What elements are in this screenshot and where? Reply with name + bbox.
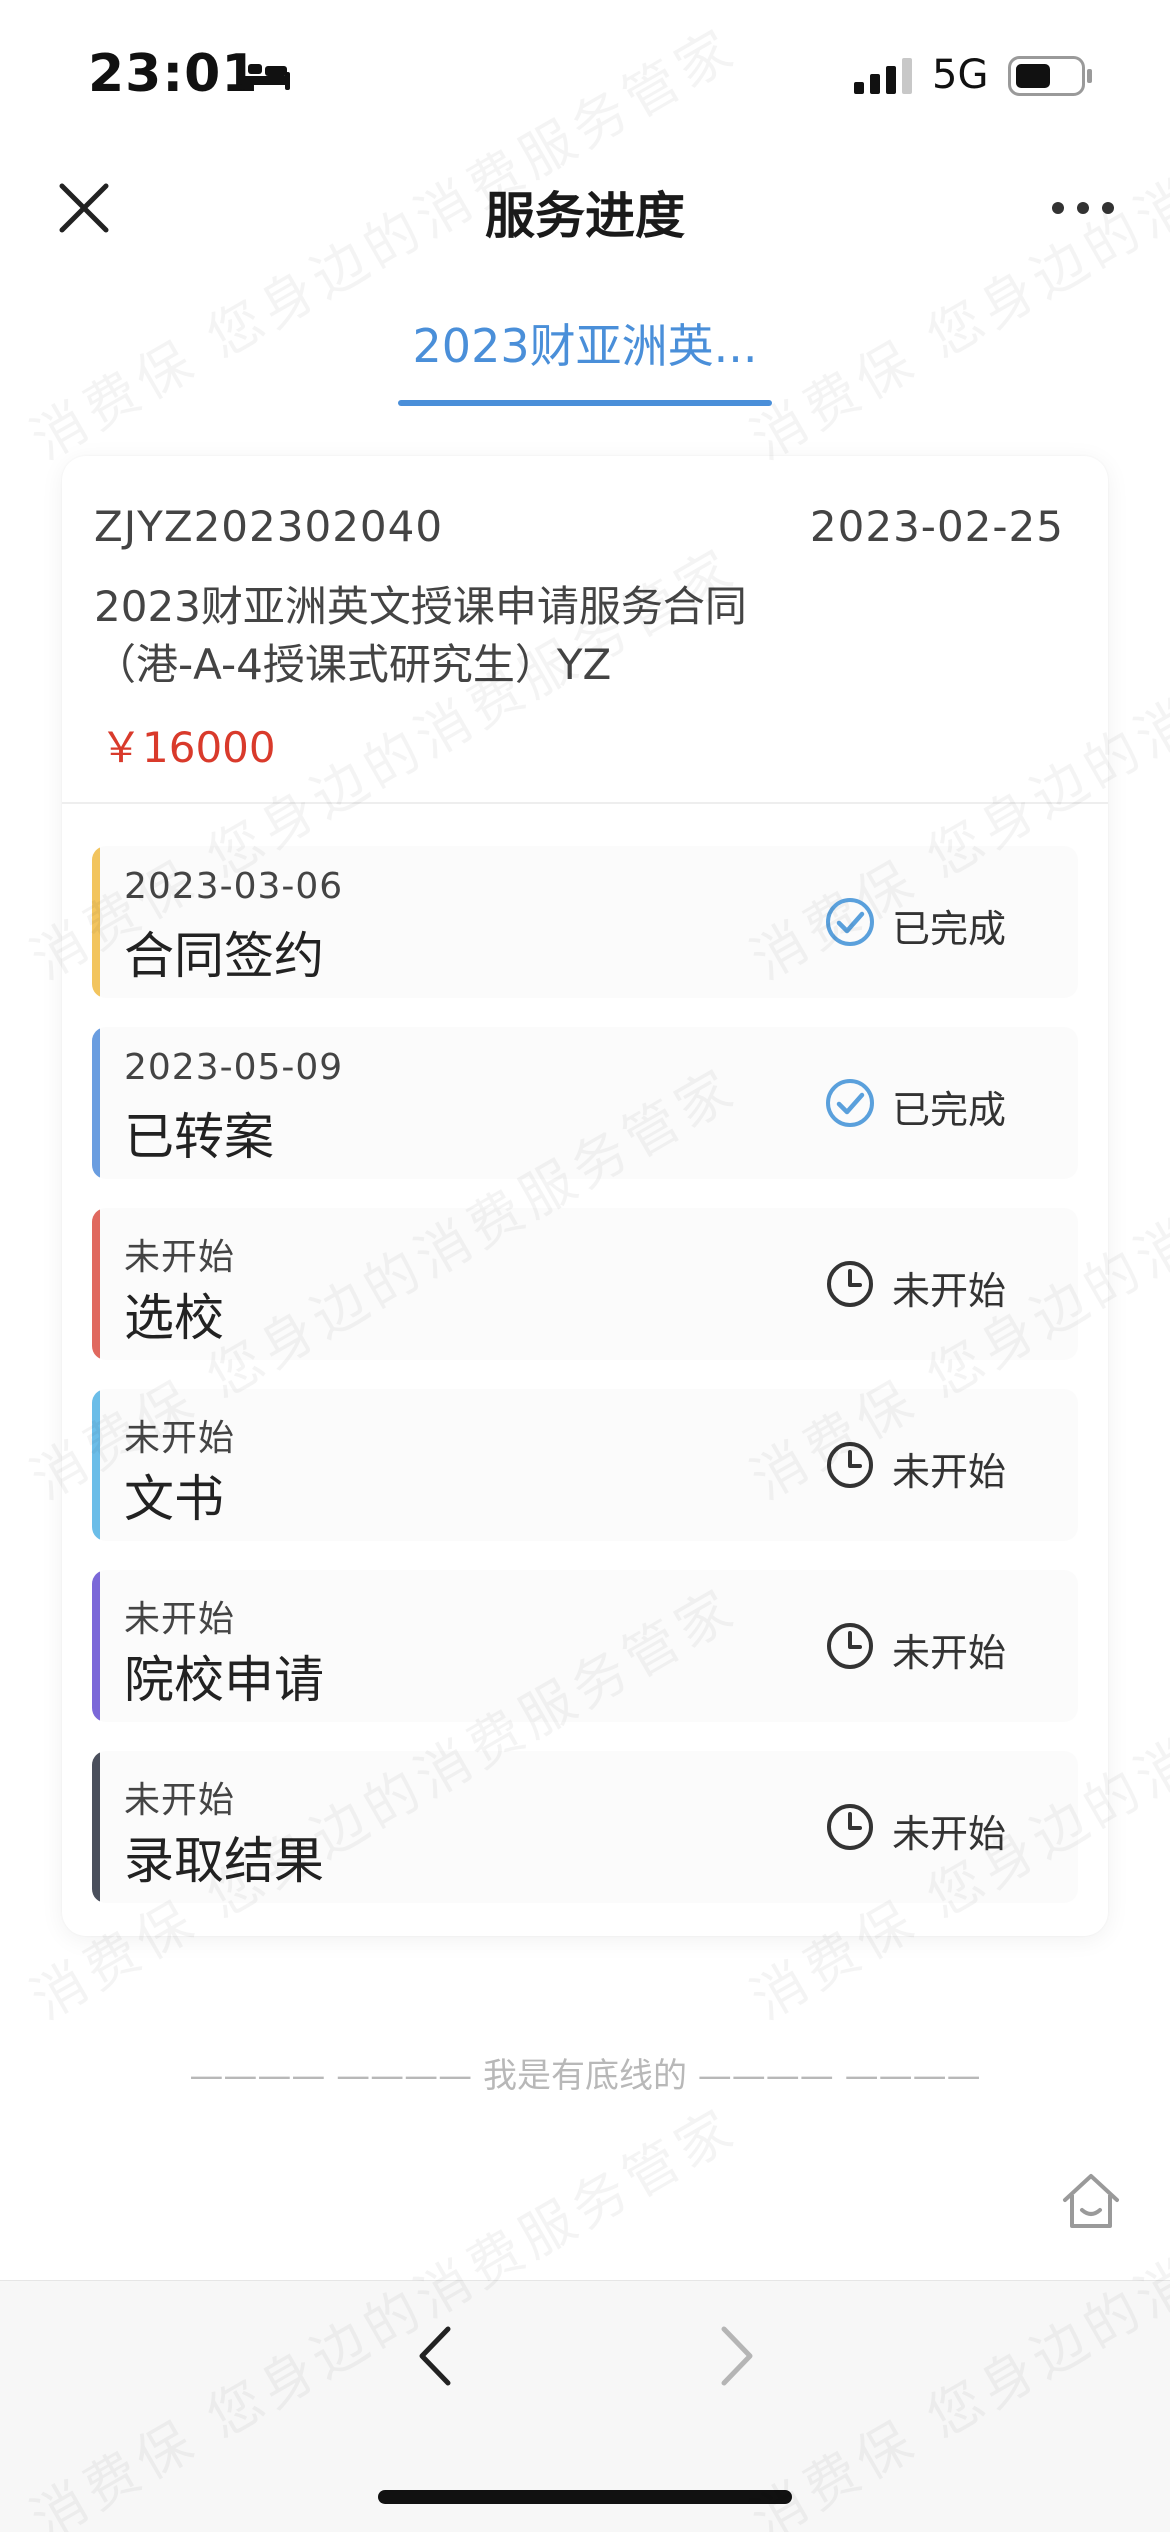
status-bar: 23:01 5G [0,0,1170,140]
status-time: 23:01 [88,44,259,104]
contract-card: ZJYZ202302040 2023-02-25 2023财亚洲英文授课申请服务… [62,456,1108,1936]
step-item[interactable]: 2023-05-09 已转案 已完成 [92,1027,1078,1179]
step-status: 未开始 [892,1812,1007,1856]
contract-tabs: 2023财亚洲英... [0,300,1170,410]
step-color-bar [92,1751,100,1903]
step-status: 未开始 [892,1450,1007,1494]
contract-price: ￥16000 [100,723,276,772]
step-date: 未开始 [124,1599,236,1640]
step-date: 未开始 [124,1237,236,1278]
step-status: 已完成 [892,907,1007,951]
back-arrow-icon[interactable] [410,2321,460,2391]
tab-active-indicator [398,400,772,406]
step-name: 选校 [124,1289,224,1347]
step-name: 已转案 [124,1108,274,1166]
check-circle-icon [826,898,874,946]
clock-icon [827,1442,873,1488]
screen: 23:01 5G 服务进度 2023财亚洲英... ZJYZ202302040 … [0,0,1170,2532]
home-icon[interactable] [1060,2170,1122,2232]
end-of-list-text: ———— ———— 我是有底线的 ———— ———— [189,2056,981,2096]
step-item[interactable]: 2023-03-06 合同签约 已完成 [92,846,1078,998]
step-status: 未开始 [892,1269,1007,1313]
step-date: 未开始 [124,1780,236,1821]
more-options-icon[interactable] [1050,190,1116,226]
step-date: 2023-05-09 [124,1047,344,1088]
step-color-bar [92,1389,100,1541]
tab-contract[interactable]: 2023财亚洲英... [398,310,772,376]
signal-icon [854,58,912,94]
step-item[interactable]: 未开始 录取结果 未开始 [92,1751,1078,1903]
step-item[interactable]: 未开始 文书 未开始 [92,1389,1078,1541]
step-status: 已完成 [892,1088,1007,1132]
bed-icon [240,62,290,90]
network-label: 5G [932,52,989,98]
check-circle-icon [826,1079,874,1127]
step-color-bar [92,1027,100,1179]
nav-bar: 服务进度 [0,150,1170,260]
progress-steps: 2023-03-06 合同签约 已完成 2023-05-09 已转案 已完成 未… [92,846,1078,1903]
step-date: 2023-03-06 [124,866,344,907]
step-name: 院校申请 [124,1651,324,1709]
contract-number: ZJYZ202302040 [94,502,444,551]
clock-icon [827,1804,873,1850]
step-item[interactable]: 未开始 院校申请 未开始 [92,1570,1078,1722]
forward-arrow-icon[interactable] [712,2321,762,2391]
clock-icon [827,1623,873,1669]
home-indicator[interactable] [378,2490,792,2504]
step-color-bar [92,846,100,998]
battery-icon [1008,56,1092,96]
step-status: 未开始 [892,1631,1007,1675]
contract-date: 2023-02-25 [809,502,1064,551]
step-name: 文书 [124,1470,224,1528]
step-date: 未开始 [124,1418,236,1459]
step-color-bar [92,1570,100,1722]
page-title: 服务进度 [485,187,685,245]
step-name: 录取结果 [124,1832,324,1890]
clock-icon [827,1261,873,1307]
divider [62,802,1108,804]
contract-name: 2023财亚洲英文授课申请服务合同（港-A-4授课式研究生）YZ [94,582,747,689]
step-item[interactable]: 未开始 选校 未开始 [92,1208,1078,1360]
step-name: 合同签约 [124,927,324,985]
step-color-bar [92,1208,100,1360]
